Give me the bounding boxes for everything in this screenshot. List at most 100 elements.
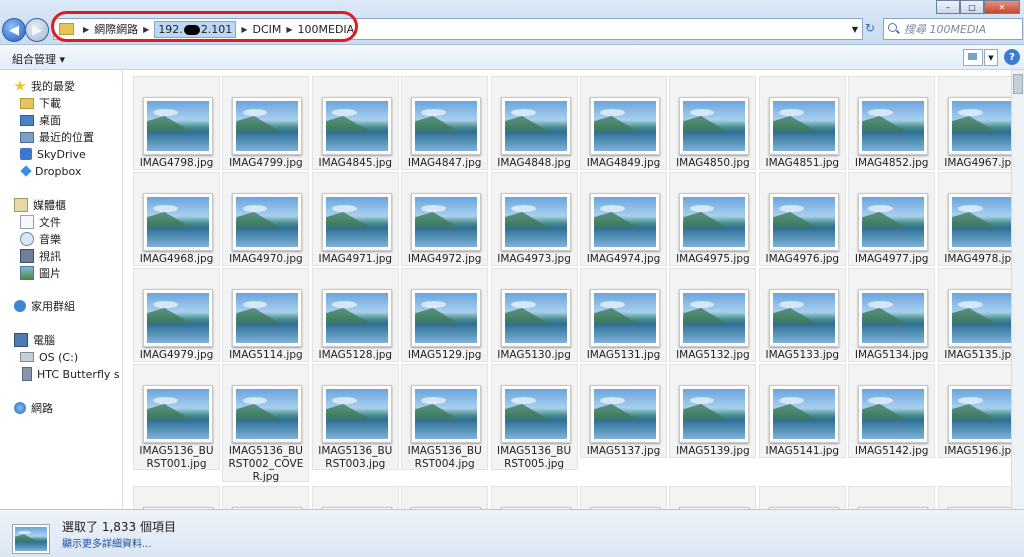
- file-tile[interactable]: [311, 486, 399, 509]
- file-tile[interactable]: IMAG4968.jpg: [133, 172, 220, 266]
- nav-pictures[interactable]: 圖片: [20, 265, 61, 281]
- file-tile[interactable]: IMAG5136_BURST003.jpg: [311, 364, 399, 470]
- file-tile[interactable]: IMAG5142.jpg: [848, 364, 936, 458]
- nav-computer[interactable]: 電腦: [14, 332, 55, 348]
- file-tile[interactable]: IMAG5129.jpg: [401, 268, 489, 362]
- file-name: IMAG4975.jpg: [676, 253, 750, 265]
- file-tile[interactable]: IMAG5136_BURST004.jpg: [401, 364, 489, 470]
- nav-recent-places[interactable]: 最近的位置: [20, 129, 94, 145]
- file-tile[interactable]: IMAG4970.jpg: [222, 172, 310, 266]
- file-tile[interactable]: IMAG4849.jpg: [580, 76, 667, 170]
- landscape-image-icon: [325, 389, 388, 439]
- view-options-button[interactable]: [963, 49, 983, 66]
- nav-desktop[interactable]: 桌面: [20, 112, 61, 128]
- minimize-button[interactable]: –: [936, 0, 960, 14]
- maximize-button[interactable]: □: [960, 0, 984, 14]
- file-tile[interactable]: IMAG4977.jpg: [848, 172, 936, 266]
- image-thumbnail: [411, 97, 482, 155]
- file-tile[interactable]: IMAG5134.jpg: [848, 268, 936, 362]
- file-name: IMAG4850.jpg: [676, 157, 750, 169]
- file-tile[interactable]: IMAG4976.jpg: [758, 172, 846, 266]
- view-dropdown-icon[interactable]: ▼: [984, 49, 998, 66]
- file-tile[interactable]: IMAG4850.jpg: [669, 76, 757, 170]
- close-button[interactable]: ✕: [984, 0, 1020, 14]
- file-list[interactable]: IMAG4798.jpg IMAG4799.jpg IMAG4845.jpg IMAG…: [123, 70, 1011, 509]
- file-tile[interactable]: IMAG5135.jpg: [937, 268, 1011, 362]
- back-button[interactable]: ◀: [2, 18, 26, 42]
- nav-homegroup[interactable]: 家用群組: [14, 298, 75, 314]
- nav-music[interactable]: 音樂: [20, 231, 61, 247]
- nav-label: 視訊: [39, 250, 61, 263]
- show-more-details-link[interactable]: 顯示更多詳細資料...: [62, 535, 152, 550]
- file-tile[interactable]: IMAG4851.jpg: [758, 76, 846, 170]
- file-tile[interactable]: IMAG5133.jpg: [758, 268, 846, 362]
- file-tile[interactable]: IMAG5196.jpg: [937, 364, 1011, 458]
- nav-label: SkyDrive: [37, 147, 86, 161]
- file-tile[interactable]: IMAG4845.jpg: [311, 76, 399, 170]
- address-dropdown-icon[interactable]: ▼: [848, 25, 862, 34]
- file-tile[interactable]: IMAG5141.jpg: [758, 364, 846, 458]
- landscape-image-icon: [683, 197, 746, 247]
- nav-skydrive[interactable]: SkyDrive: [20, 146, 86, 162]
- landscape-image-icon: [415, 101, 478, 151]
- nav-favorites[interactable]: 我的最愛: [14, 78, 75, 94]
- refresh-button[interactable]: ↻: [861, 18, 879, 38]
- file-tile[interactable]: IMAG4974.jpg: [580, 172, 667, 266]
- file-tile[interactable]: IMAG4972.jpg: [401, 172, 489, 266]
- file-name: IMAG5137.jpg: [586, 445, 661, 457]
- nav-os-drive[interactable]: OS (C:): [20, 349, 78, 365]
- image-thumbnail: [858, 193, 929, 251]
- file-tile[interactable]: IMAG4975.jpg: [669, 172, 757, 266]
- image-thumbnail: [143, 193, 213, 251]
- file-tile[interactable]: [490, 486, 578, 509]
- file-tile[interactable]: IMAG5132.jpg: [669, 268, 757, 362]
- search-input[interactable]: 搜尋 100MEDIA: [904, 21, 986, 37]
- file-tile[interactable]: IMAG4967.jpg: [937, 76, 1011, 170]
- nav-dropbox[interactable]: Dropbox: [20, 163, 81, 179]
- forward-button[interactable]: ▶: [25, 18, 49, 42]
- file-tile[interactable]: IMAG4847.jpg: [401, 76, 489, 170]
- file-tile[interactable]: IMAG5128.jpg: [311, 268, 399, 362]
- nav-libraries[interactable]: 媒體櫃: [14, 197, 66, 213]
- help-button[interactable]: ?: [1004, 49, 1020, 65]
- file-tile[interactable]: [669, 486, 757, 509]
- image-thumbnail: [411, 193, 482, 251]
- organize-button[interactable]: 組合管理 ▾: [12, 51, 65, 67]
- file-tile[interactable]: [937, 486, 1011, 509]
- video-icon: [20, 249, 34, 263]
- file-tile[interactable]: [133, 486, 220, 509]
- nav-documents[interactable]: 文件: [20, 214, 61, 230]
- file-tile[interactable]: IMAG5131.jpg: [580, 268, 667, 362]
- file-tile[interactable]: IMAG4852.jpg: [848, 76, 936, 170]
- nav-downloads[interactable]: 下載: [20, 95, 61, 111]
- file-tile[interactable]: IMAG5139.jpg: [669, 364, 757, 458]
- file-tile[interactable]: IMAG4973.jpg: [490, 172, 578, 266]
- file-tile[interactable]: IMAG4979.jpg: [133, 268, 220, 362]
- landscape-image-icon: [236, 197, 299, 247]
- file-tile[interactable]: [848, 486, 936, 509]
- file-tile[interactable]: [580, 486, 667, 509]
- vertical-scrollbar[interactable]: [1011, 70, 1024, 509]
- file-tile[interactable]: IMAG4799.jpg: [222, 76, 310, 170]
- scroll-thumb[interactable]: [1013, 74, 1023, 94]
- nav-htc-device[interactable]: HTC Butterfly s: [20, 366, 120, 382]
- nav-network[interactable]: 網路: [14, 400, 53, 416]
- file-tile[interactable]: [758, 486, 846, 509]
- file-tile[interactable]: IMAG4978.jpg: [937, 172, 1011, 266]
- file-tile[interactable]: [222, 486, 310, 509]
- file-tile[interactable]: IMAG5137.jpg: [580, 364, 667, 458]
- file-tile[interactable]: IMAG5114.jpg: [222, 268, 310, 362]
- landscape-image-icon: [594, 389, 656, 439]
- search-box[interactable]: 搜尋 100MEDIA: [883, 18, 1023, 40]
- file-tile[interactable]: IMAG4848.jpg: [490, 76, 578, 170]
- file-tile[interactable]: [401, 486, 489, 509]
- file-tile[interactable]: IMAG4971.jpg: [311, 172, 399, 266]
- file-tile[interactable]: IMAG5136_BURST002_COVER.jpg: [222, 364, 310, 483]
- nav-videos[interactable]: 視訊: [20, 248, 61, 264]
- details-pane: 選取了 1,833 個項目 顯示更多詳細資料...: [0, 509, 1024, 557]
- file-tile[interactable]: IMAG5136_BURST001.jpg: [133, 364, 220, 470]
- file-tile[interactable]: IMAG4798.jpg: [133, 76, 220, 170]
- file-tile[interactable]: IMAG5130.jpg: [490, 268, 578, 362]
- file-tile[interactable]: IMAG5136_BURST005.jpg: [490, 364, 578, 470]
- nav-label: 網路: [31, 402, 53, 415]
